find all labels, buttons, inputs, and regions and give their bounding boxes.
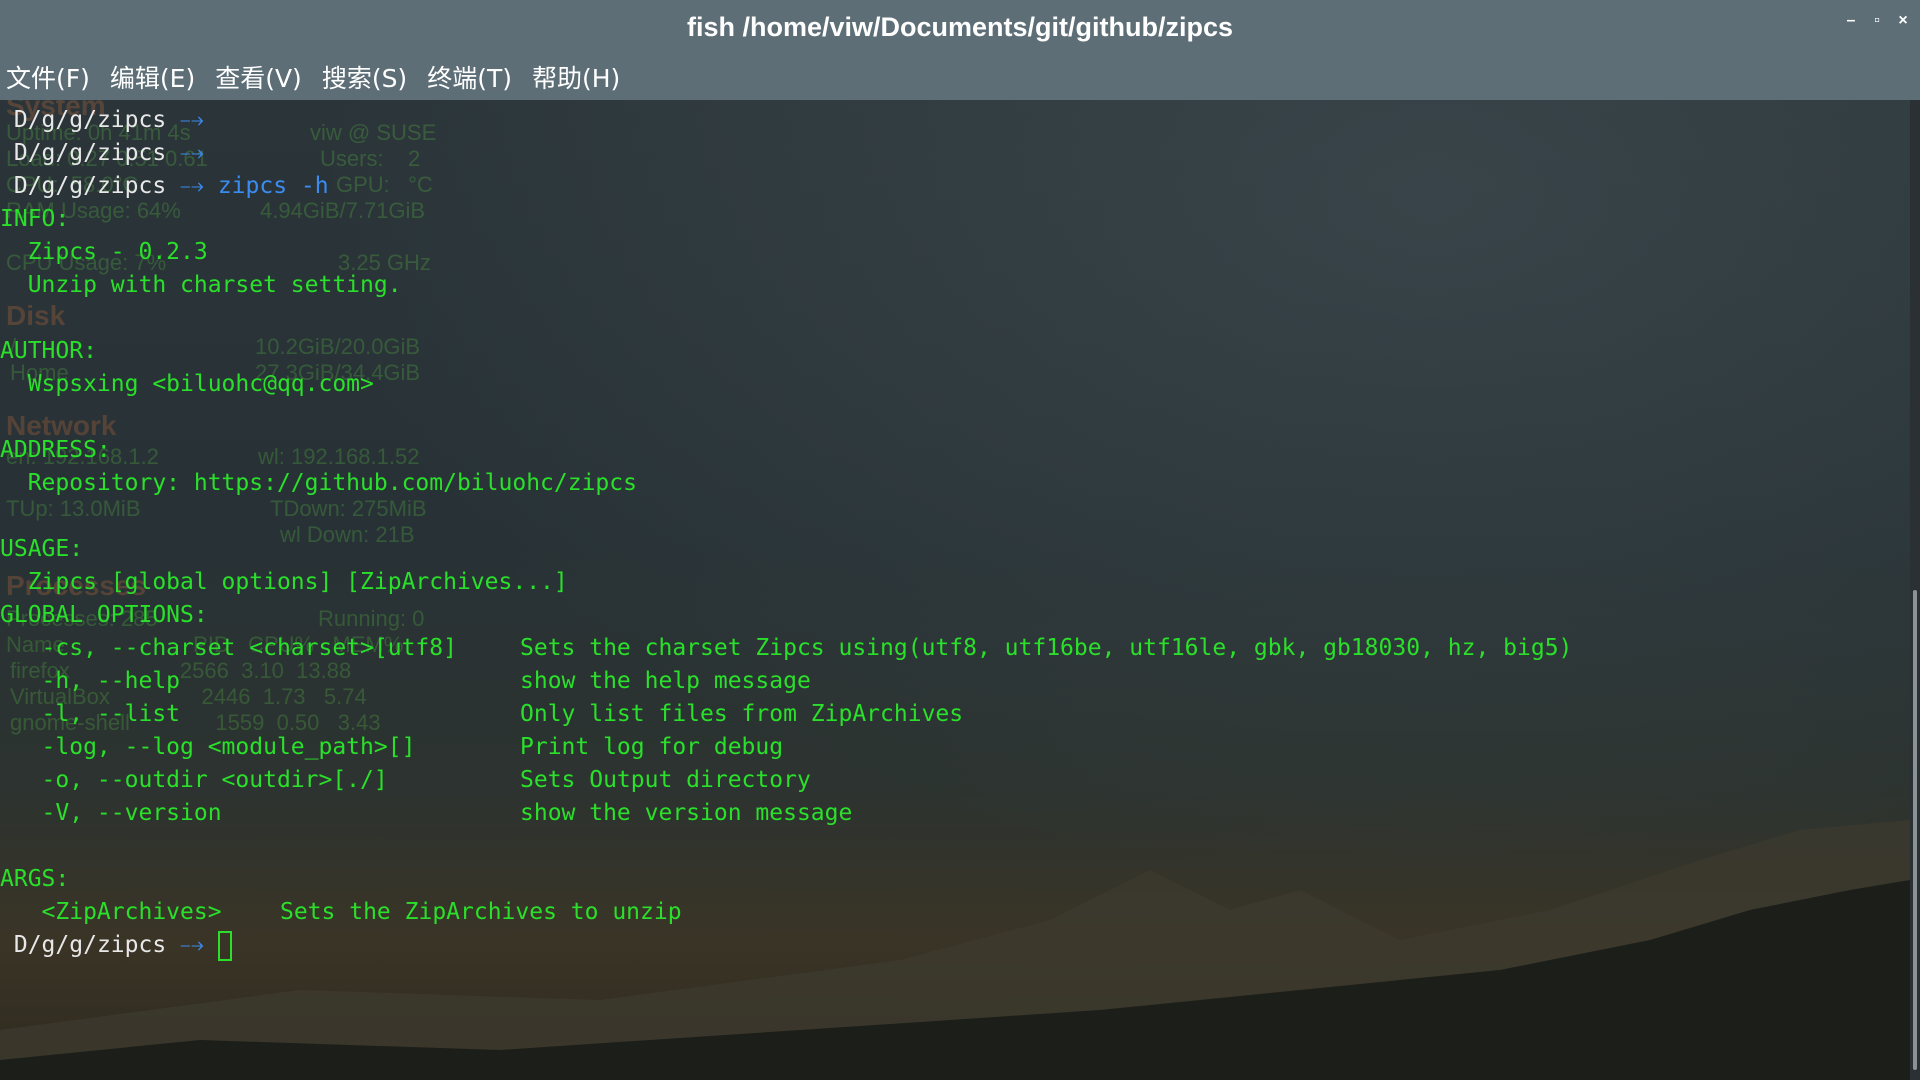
arg-name: <ZipArchives>	[0, 899, 222, 925]
prompt-arrow: ⤍	[180, 140, 204, 166]
scrollbar-thumb[interactable]	[1913, 590, 1917, 1070]
close-icon[interactable]: ×	[1896, 13, 1910, 29]
menu-edit[interactable]: 编辑(E)	[110, 59, 195, 95]
menu-help[interactable]: 帮助(H)	[532, 59, 620, 95]
arg-row: <ZipArchives> Sets the ZipArchives to unz…	[0, 896, 1572, 929]
menu-search[interactable]: 搜索(S)	[322, 59, 407, 95]
terminal-scrollbar[interactable]	[1910, 100, 1920, 1080]
option-desc: Only list files from ZipArchives	[520, 701, 964, 727]
option-desc: Sets the charset Zipcs using(utf8, utf16…	[520, 635, 1573, 661]
option-flag: -log, --log <module_path>[]	[0, 734, 416, 760]
address-heading: ADDRESS:	[0, 437, 111, 463]
minimize-icon[interactable]: –	[1844, 13, 1858, 29]
author-heading: AUTHOR:	[0, 338, 97, 364]
usage-line: Zipcs [global options] [ZipArchives...]	[0, 569, 568, 595]
menu-bar: 文件(F) 编辑(E) 查看(V) 搜索(S) 终端(T) 帮助(H)	[0, 54, 1920, 100]
prompt-arrow: ⤍	[180, 173, 204, 199]
option-row: -l, --list Only list files from ZipArchiv…	[0, 698, 1572, 731]
window-titlebar[interactable]: fish /home/viw/Documents/git/github/zipc…	[0, 0, 1920, 54]
option-flag: -V, --version	[0, 800, 222, 826]
info-heading: INFO:	[0, 206, 70, 232]
info-line: Unzip with charset setting.	[0, 272, 402, 298]
prompt-arrow: ⤍	[180, 932, 204, 958]
option-row: -log, --log <module_path>[] Print log for…	[0, 731, 1572, 764]
command-text: zipcs -h	[217, 173, 329, 199]
window-controls: – ▫ ×	[1844, 13, 1910, 29]
prompt-line: D/g/g/zipcs ⤍	[0, 137, 1572, 170]
option-desc: show the help message	[520, 668, 811, 694]
option-flag: -cs, --charset <charset>[utf8]	[0, 635, 457, 661]
option-flag: -l, --list	[0, 701, 181, 727]
prompt-line: D/g/g/zipcs ⤍	[0, 104, 1572, 137]
global-options-heading: GLOBAL OPTIONS:	[0, 602, 208, 628]
maximize-icon[interactable]: ▫	[1870, 13, 1884, 29]
terminal-output: D/g/g/zipcs ⤍ D/g/g/zipcs ⤍ D/g/g/zipcs …	[0, 104, 1572, 962]
menu-view[interactable]: 查看(V)	[215, 59, 302, 95]
terminal-cursor[interactable]	[217, 930, 232, 961]
prompt-path: D/g/g/zipcs	[13, 932, 167, 958]
prompt-path: D/g/g/zipcs	[13, 107, 167, 133]
option-row: -cs, --charset <charset>[utf8] Sets the c…	[0, 632, 1573, 665]
window-title: fish /home/viw/Documents/git/github/zipc…	[686, 11, 1234, 42]
menu-file[interactable]: 文件(F)	[6, 59, 90, 95]
option-row: -V, --version show the version message	[0, 797, 1572, 830]
option-desc: Print log for debug	[520, 734, 784, 760]
author-line: Wspsxing <biluohc@qq.com>	[0, 371, 374, 397]
info-line: Zipcs - 0.2.3	[0, 239, 208, 265]
arg-desc: Sets the ZipArchives to unzip	[280, 899, 682, 925]
option-row: -o, --outdir <outdir>[./] Sets Output dir…	[0, 764, 1572, 797]
option-flag: -o, --outdir <outdir>[./]	[0, 767, 388, 793]
args-heading: ARGS:	[0, 866, 70, 892]
menu-terminal[interactable]: 终端(T)	[427, 59, 512, 95]
option-desc: show the version message	[520, 800, 853, 826]
address-line: Repository: https://github.com/biluohc/z…	[0, 470, 637, 496]
command-line: D/g/g/zipcs ⤍ zipcs -h	[0, 170, 1572, 203]
prompt-path: D/g/g/zipcs	[13, 140, 167, 166]
option-row: -h, --help show the help message	[0, 665, 1572, 698]
option-flag: -h, --help	[0, 668, 181, 694]
prompt-arrow: ⤍	[180, 107, 204, 133]
usage-heading: USAGE:	[0, 536, 84, 562]
prompt-path: D/g/g/zipcs	[13, 173, 167, 199]
prompt-line: D/g/g/zipcs ⤍	[0, 929, 1572, 962]
option-desc: Sets Output directory	[520, 767, 811, 793]
